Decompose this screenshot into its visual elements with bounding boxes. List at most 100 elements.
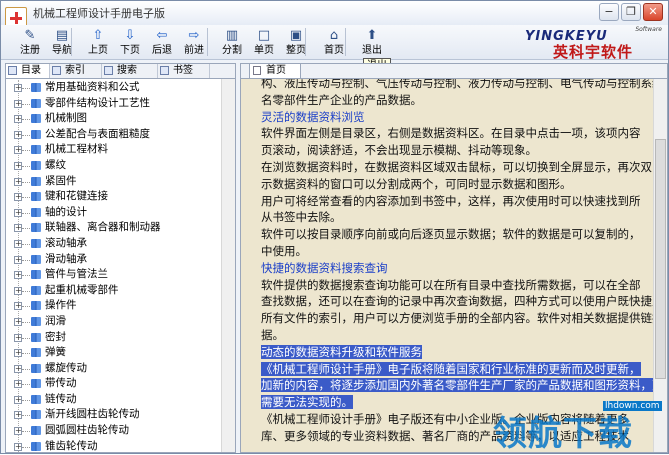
tree-item[interactable]: + 起重机械零部件	[6, 283, 222, 299]
expand-icon[interactable]: +	[14, 161, 22, 170]
tree-item-label: 机械工程材料	[45, 143, 108, 156]
expand-icon[interactable]: +	[14, 442, 22, 451]
expand-icon[interactable]: +	[14, 177, 22, 186]
split-icon: ▥	[225, 28, 239, 43]
minimize-button[interactable]: −	[599, 3, 619, 21]
toolbar-label: 上页	[88, 45, 108, 56]
tree-item[interactable]: + 滚动轴承	[6, 236, 222, 252]
tree-item[interactable]: + 轴的设计	[6, 205, 222, 221]
expand-icon[interactable]: +	[14, 224, 22, 233]
toolbar-label: 后退	[152, 45, 172, 56]
tree-item[interactable]: + 机械工程材料	[6, 142, 222, 158]
scrollbar-thumb[interactable]	[655, 139, 666, 379]
content-scrollbar[interactable]	[653, 79, 667, 452]
expand-icon[interactable]: +	[14, 99, 22, 108]
content-line: 示数据资料的窗口可以分割成两个，可同时显示数据和图形。	[261, 176, 653, 193]
arrow-left-icon: ⇦	[156, 28, 168, 43]
content-line: 所有文件的索引，用户可以方便浏览手册的全部内容。软件对相关数据提供链接	[261, 310, 653, 327]
tree-connector	[22, 119, 30, 121]
title-bar[interactable]: 机械工程师设计手册电子版 − ❐ ✕	[1, 1, 668, 29]
expand-icon[interactable]: +	[14, 364, 22, 373]
book-icon	[31, 145, 41, 155]
toolbar-arrow-left-button[interactable]: ⇦ 后退	[147, 25, 177, 59]
expand-icon[interactable]: +	[14, 317, 22, 326]
tree-item[interactable]: + 键和花键连接	[6, 189, 222, 205]
tree-item[interactable]: + 渐开线圆柱齿轮传动	[6, 407, 222, 423]
expand-icon[interactable]: +	[14, 115, 22, 124]
expand-icon[interactable]: +	[14, 286, 22, 295]
tree-item[interactable]: + 机械制图	[6, 111, 222, 127]
document-content[interactable]: 构、液压传动与控制、气压传动与控制、液力传动与控制、电气传动与控制系统、 名零部件…	[241, 79, 653, 452]
expand-icon[interactable]: +	[14, 146, 22, 155]
toolbar-register-button[interactable]: ✎ 注册	[15, 25, 45, 59]
toolbar-separator	[345, 28, 346, 56]
tree-item[interactable]: + 润滑	[6, 314, 222, 330]
tree-item[interactable]: + 紧固件	[6, 174, 222, 190]
tree-connector	[22, 212, 30, 214]
expand-icon[interactable]: +	[14, 380, 22, 389]
book-icon	[31, 176, 41, 186]
tree-item[interactable]: + 锥齿轮传动	[6, 439, 222, 452]
expand-icon[interactable]: +	[14, 427, 22, 436]
toolbar-arrow-down-button[interactable]: ⇩ 下页	[115, 25, 145, 59]
close-button[interactable]: ✕	[643, 3, 663, 21]
tab-search[interactable]: 搜索	[102, 64, 158, 78]
toolbar-single-page-button[interactable]: □ 单页	[249, 25, 279, 59]
content-text: 用户可将经常查看的内容添加到书签中，这样，再次使用时可以快速找到所	[261, 193, 641, 208]
arrow-right-icon: ⇨	[188, 28, 200, 43]
tree-item[interactable]: + 常用基础资料和公式	[6, 80, 222, 96]
expand-icon[interactable]: +	[14, 333, 22, 342]
tree-item[interactable]: + 带传动	[6, 376, 222, 392]
tab-bookmarks[interactable]: 书签	[158, 64, 210, 78]
tree-item[interactable]: + 联轴器、离合器和制动器	[6, 220, 222, 236]
expand-icon[interactable]: +	[14, 349, 22, 358]
tree-item[interactable]: + 滑动轴承	[6, 252, 222, 268]
tree-item[interactable]: + 螺纹	[6, 158, 222, 174]
search-icon	[104, 66, 113, 75]
expand-icon[interactable]: +	[14, 84, 22, 92]
book-icon	[31, 332, 41, 342]
tree-item[interactable]: + 公差配合与表面粗糙度	[6, 127, 222, 143]
nav-tabs: 目录 索引 搜索 书签	[6, 64, 235, 79]
tree-item-label: 润滑	[45, 314, 66, 327]
tab-index[interactable]: 索引	[50, 64, 102, 78]
tree-item[interactable]: + 弹簧	[6, 345, 222, 361]
content-line: 软件界面左侧是目录区，右侧是数据资料区。在目录中点击一项，该项内容	[261, 125, 653, 142]
restore-button[interactable]: ❐	[621, 3, 641, 21]
tree-scrollbar[interactable]	[221, 79, 235, 452]
tab-home[interactable]: 首页	[249, 64, 301, 78]
tab-home-label: 首页	[266, 65, 286, 76]
expand-icon[interactable]: +	[14, 130, 22, 139]
expand-icon[interactable]: +	[14, 271, 22, 280]
expand-icon[interactable]: +	[14, 193, 22, 202]
tree-item[interactable]: + 链传动	[6, 392, 222, 408]
toolbar-label: 下页	[120, 45, 140, 56]
toolbar-nav-button[interactable]: ▤ 导航	[47, 25, 77, 59]
content-text: 软件提供的数据搜索查询功能可以在所有目录中查找所需数据，可以在全部	[261, 277, 641, 292]
tab-bookmarks-label: 书签	[173, 65, 193, 76]
toolbar-arrow-right-button[interactable]: ⇨ 前进	[179, 25, 209, 59]
toolbar-full-page-button[interactable]: ▣ 整页	[281, 25, 311, 59]
tree-item[interactable]: + 零部件结构设计工艺性	[6, 96, 222, 112]
tree-item[interactable]: + 密封	[6, 330, 222, 346]
toolbar-exit-button[interactable]: ⬆ 退出	[357, 25, 387, 59]
tree-item[interactable]: + 操作件	[6, 298, 222, 314]
expand-icon[interactable]: +	[14, 239, 22, 248]
tree-item[interactable]: + 圆弧圆柱齿轮传动	[6, 423, 222, 439]
tree-item[interactable]: + 管件与管法兰	[6, 267, 222, 283]
book-icon	[31, 410, 41, 420]
tree-connector	[22, 103, 30, 105]
expand-icon[interactable]: +	[14, 395, 22, 404]
expand-icon[interactable]: +	[14, 411, 22, 420]
tab-contents[interactable]: 目录	[6, 64, 50, 78]
tree-connector	[22, 368, 30, 370]
expand-icon[interactable]: +	[14, 302, 22, 311]
arrow-up-icon: ⇧	[92, 28, 104, 43]
expand-icon[interactable]: +	[14, 208, 22, 217]
toolbar-arrow-up-button[interactable]: ⇧ 上页	[83, 25, 113, 59]
toolbar-split-button[interactable]: ▥ 分割	[217, 25, 247, 59]
tree-item[interactable]: + 螺旋传动	[6, 361, 222, 377]
content-text: 软件可以按目录顺序向前或向后逐页显示数据；软件的数据是可以复制的，	[261, 227, 641, 242]
index-icon	[52, 66, 61, 75]
expand-icon[interactable]: +	[14, 255, 22, 264]
